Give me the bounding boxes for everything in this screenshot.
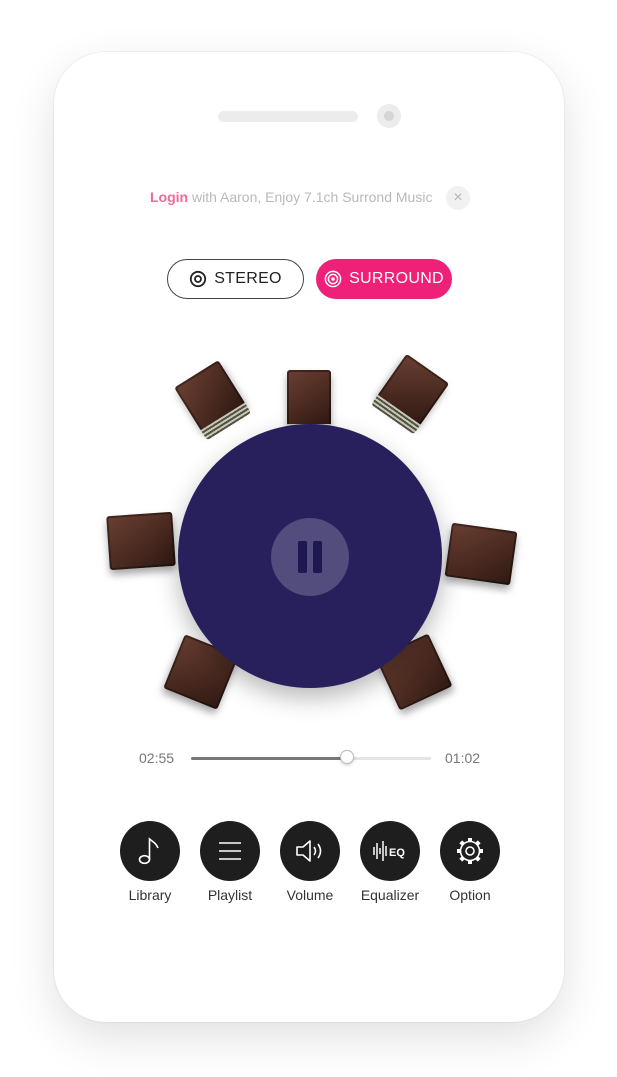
progress-thumb[interactable]: [340, 750, 354, 764]
speaker-side-left: [106, 511, 176, 571]
nav-equalizer[interactable]: EQ Equalizer: [350, 821, 430, 903]
speaker-volume-icon: [296, 840, 322, 862]
speaker-side-right: [444, 522, 518, 586]
library-button[interactable]: [120, 821, 180, 881]
close-icon: ×: [453, 189, 463, 206]
nav-playlist[interactable]: Playlist: [190, 821, 270, 903]
banner-message: with Aaron, Enjoy 7.1ch Surrond Music: [188, 189, 433, 205]
equalizer-label: Equalizer: [360, 887, 420, 903]
volume-label: Volume: [286, 887, 334, 903]
pause-button[interactable]: [271, 518, 349, 596]
login-banner: Login with Aaron, Enjoy 7.1ch Surrond Mu…: [150, 189, 432, 205]
progress-track[interactable]: [191, 757, 431, 760]
svg-text:EQ: EQ: [389, 847, 405, 859]
gear-icon: [457, 838, 483, 864]
nav-library[interactable]: Library: [110, 821, 190, 903]
nav-volume[interactable]: Volume: [270, 821, 350, 903]
stereo-target-icon: [190, 270, 207, 288]
phone-camera: [377, 104, 401, 128]
volume-button[interactable]: [280, 821, 340, 881]
music-note-icon: [138, 837, 159, 865]
option-button[interactable]: [440, 821, 500, 881]
speaker-center: [287, 370, 331, 436]
phone-earpiece: [218, 111, 358, 122]
login-link[interactable]: Login: [150, 189, 188, 205]
equalizer-icon: EQ: [373, 841, 405, 861]
surround-mode-button[interactable]: SURROUND: [316, 259, 452, 299]
surround-target-icon: [324, 270, 342, 288]
elapsed-time: 02:55: [139, 750, 175, 766]
remaining-time: 01:02: [445, 750, 481, 766]
surround-label: SURROUND: [349, 270, 444, 287]
stereo-label: STEREO: [214, 270, 282, 287]
equalizer-button[interactable]: EQ: [360, 821, 420, 881]
progress-fill: [191, 757, 347, 760]
stereo-mode-button[interactable]: STEREO: [167, 259, 304, 299]
option-label: Option: [449, 887, 491, 903]
playlist-button[interactable]: [200, 821, 260, 881]
playlist-label: Playlist: [207, 887, 253, 903]
list-icon: [219, 842, 241, 860]
close-banner-button[interactable]: ×: [446, 186, 470, 210]
nav-option[interactable]: Option: [430, 821, 510, 903]
library-label: Library: [128, 887, 172, 903]
